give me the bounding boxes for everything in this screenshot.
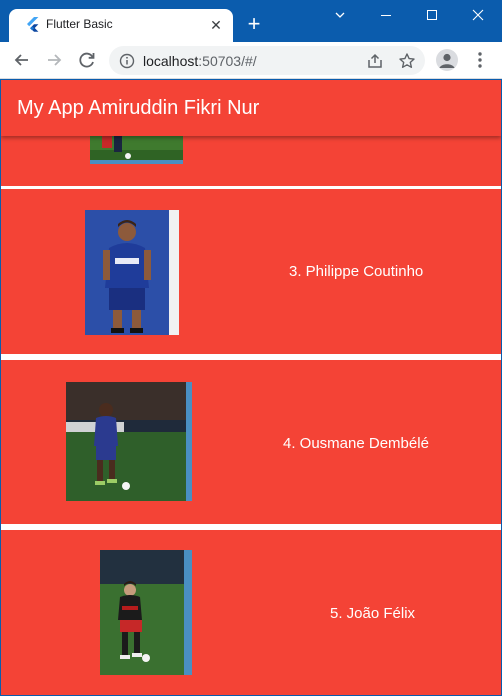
url-path: :50703/#/ (198, 53, 257, 69)
player-photo-icon (100, 550, 192, 675)
list-item[interactable]: 5. João Félix (1, 530, 501, 695)
list-item[interactable]: 4. Ousmane Dembélé (1, 360, 501, 524)
browser-tab[interactable]: Flutter Basic ✕ (9, 9, 233, 42)
close-window-icon[interactable] (460, 5, 496, 27)
tab-title: Flutter Basic (46, 17, 113, 31)
player-list[interactable]: 3. Philippe Coutinho 4. Ousmane Dembélé … (1, 136, 501, 695)
flutter-logo-icon (27, 17, 39, 32)
player-name: 3. Philippe Coutinho (289, 263, 424, 280)
back-arrow-icon[interactable] (11, 49, 33, 71)
player-name: 5. João Félix (330, 605, 416, 622)
share-icon[interactable] (366, 52, 384, 70)
list-item[interactable]: 3. Philippe Coutinho (1, 189, 501, 354)
profile-avatar-icon[interactable] (436, 49, 458, 71)
page-title: My App Amiruddin Fikri Nur (17, 97, 260, 119)
url-host: localhost (143, 53, 199, 69)
player-photo-icon (85, 210, 179, 335)
player-photo-icon (90, 136, 183, 164)
address-bar[interactable]: localhost:50703/#/ (109, 46, 425, 75)
window-titlebar: Flutter Basic ✕ + (0, 0, 502, 42)
url-text[interactable]: localhost:50703/#/ (143, 53, 257, 69)
browser-toolbar: localhost:50703/#/ (0, 42, 502, 79)
forward-arrow-icon[interactable] (43, 49, 65, 71)
site-info-icon[interactable] (119, 53, 135, 69)
app-viewport: My App Amiruddin Fikri Nur 3. Philippe C… (1, 80, 501, 695)
new-tab-icon[interactable]: + (243, 13, 265, 35)
tab-search-icon[interactable] (322, 5, 358, 27)
more-menu-icon[interactable] (470, 50, 490, 70)
minimize-icon[interactable] (368, 5, 404, 27)
reload-icon[interactable] (76, 49, 98, 71)
player-photo-icon (66, 382, 192, 501)
app-bar: My App Amiruddin Fikri Nur (1, 80, 501, 136)
list-item[interactable] (1, 136, 501, 186)
close-tab-icon[interactable]: ✕ (208, 17, 224, 33)
bookmark-star-icon[interactable] (398, 52, 416, 70)
maximize-icon[interactable] (414, 5, 450, 27)
player-name: 4. Ousmane Dembélé (283, 435, 429, 452)
